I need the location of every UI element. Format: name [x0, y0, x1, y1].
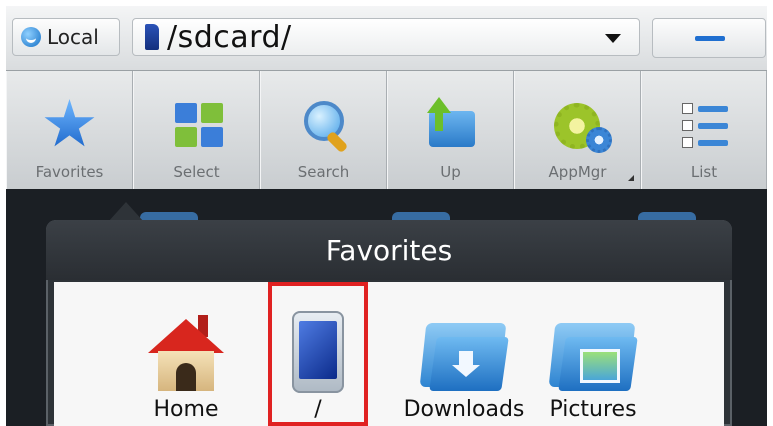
address-bar: Local /sdcard/	[6, 6, 767, 71]
app-window: Local /sdcard/ Favorites Select Search U…	[6, 6, 767, 426]
favorite-pictures[interactable]: Pictures	[538, 282, 648, 426]
downloads-folder-icon	[419, 319, 509, 393]
search-icon	[296, 97, 352, 154]
favorite-label: /	[314, 397, 322, 422]
favorite-downloads[interactable]: Downloads	[402, 282, 526, 426]
toolbar-label: Up	[440, 163, 461, 181]
toolbar-label: List	[690, 163, 718, 181]
toolbar-appmgr-button[interactable]: AppMgr	[514, 71, 641, 189]
current-path: /sdcard/	[167, 19, 292, 55]
globe-icon	[21, 27, 41, 47]
home-icon	[146, 313, 226, 393]
chevron-down-icon[interactable]	[605, 34, 621, 43]
star-icon	[44, 99, 95, 147]
toolbar-favorites-button[interactable]: Favorites	[6, 71, 133, 189]
popup-title: Favorites	[46, 220, 732, 280]
minimize-button[interactable]	[652, 18, 766, 58]
popup-pointer	[108, 202, 144, 222]
gears-icon	[550, 97, 612, 153]
local-button[interactable]: Local	[12, 18, 120, 56]
favorite-label: Home	[153, 397, 219, 422]
folder-up-icon	[423, 97, 479, 153]
toolbar: Favorites Select Search Up AppMgr List	[6, 71, 767, 189]
sdcard-icon	[145, 24, 159, 50]
toolbar-label: Search	[297, 163, 350, 181]
path-dropdown[interactable]: /sdcard/	[132, 18, 640, 56]
corner-indicator-icon	[628, 175, 634, 181]
favorite-home[interactable]: Home	[136, 282, 236, 426]
toolbar-label: Select	[173, 163, 220, 181]
phone-icon	[292, 311, 344, 393]
toolbar-label: AppMgr	[548, 163, 607, 181]
list-view-icon	[682, 103, 728, 154]
toolbar-list-button[interactable]: List	[641, 71, 767, 189]
toolbar-up-button[interactable]: Up	[387, 71, 514, 189]
favorites-popup: Favorites Home / Downloads Pictures	[46, 202, 732, 426]
toolbar-search-button[interactable]: Search	[260, 71, 387, 189]
toolbar-label: Favorites	[35, 163, 104, 181]
toolbar-select-button[interactable]: Select	[133, 71, 260, 189]
local-button-label: Local	[47, 25, 99, 49]
favorite-label: Pictures	[549, 397, 637, 422]
favorites-grid: Home / Downloads Pictures	[54, 282, 724, 426]
select-grid-icon	[169, 97, 225, 153]
favorite-label: Downloads	[403, 397, 525, 422]
favorite-root[interactable]: /	[268, 282, 368, 426]
pictures-folder-icon	[548, 319, 638, 393]
